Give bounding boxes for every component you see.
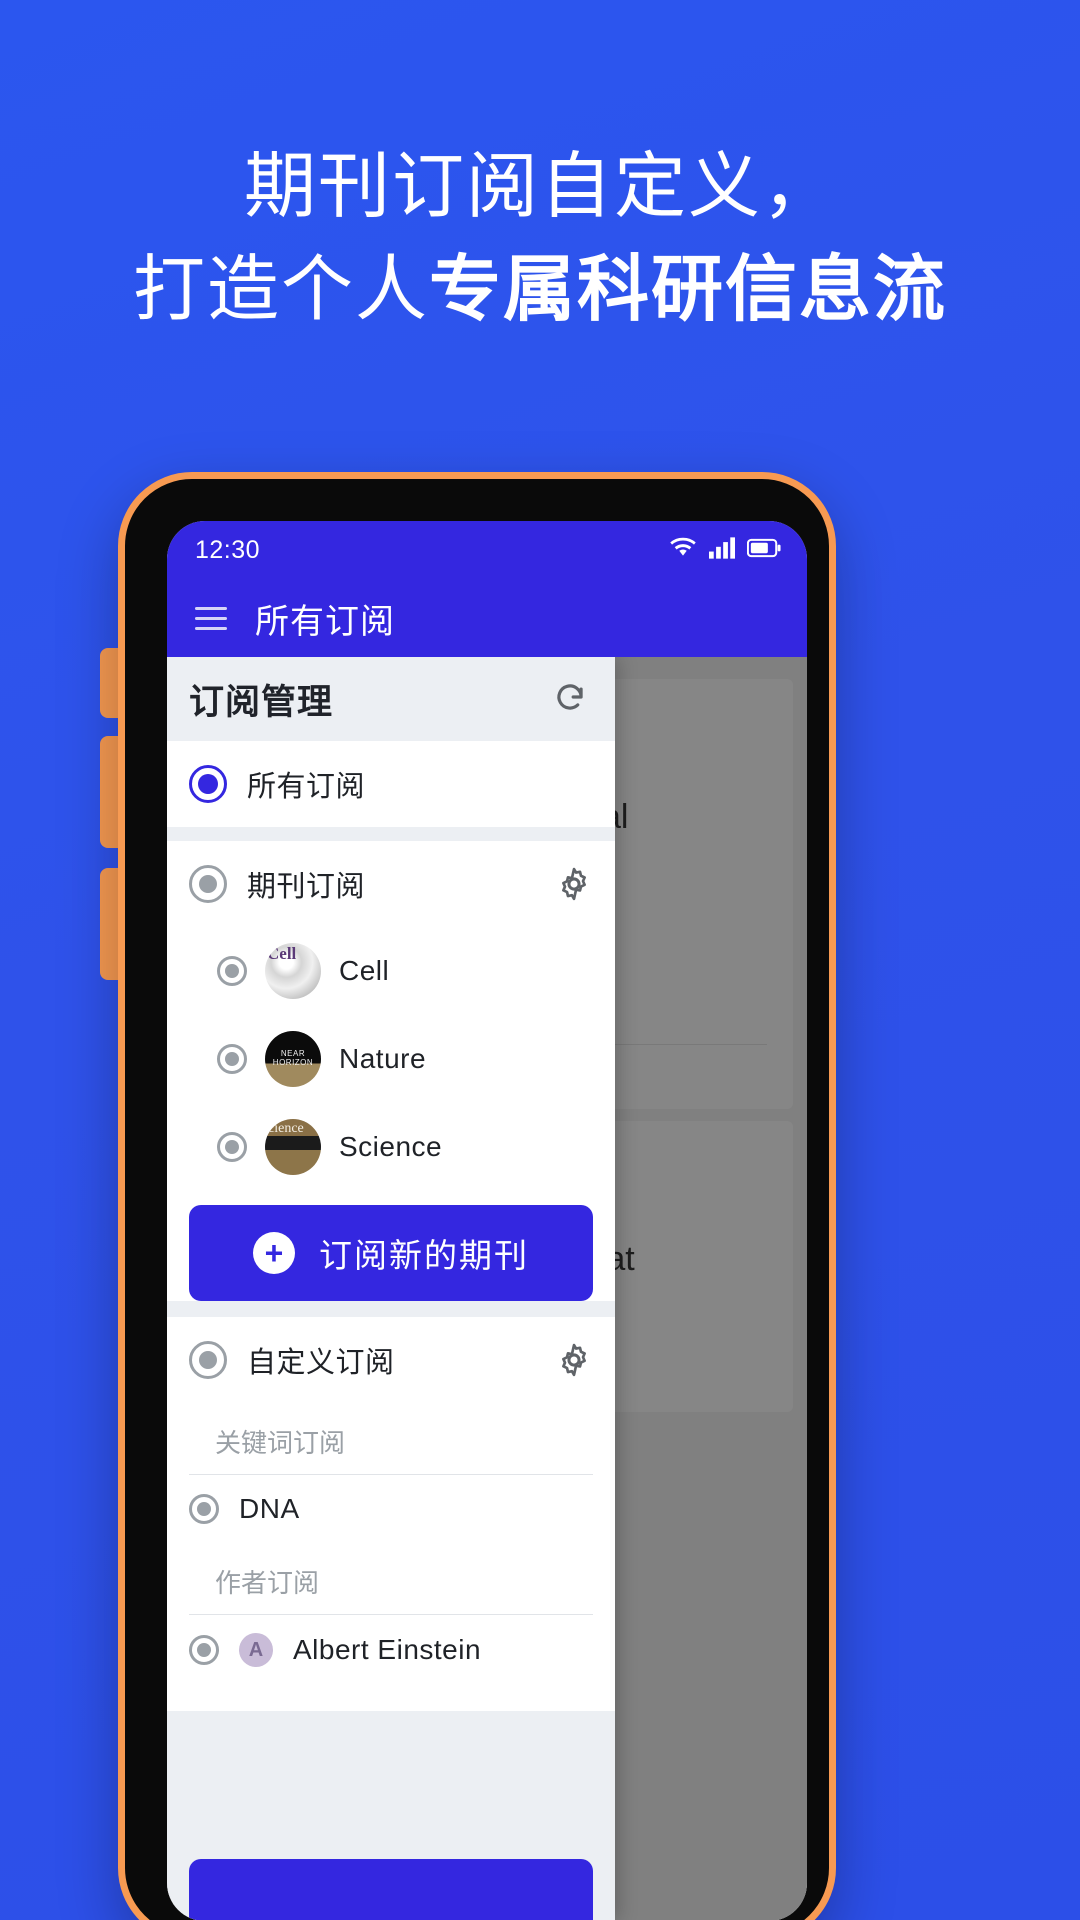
gear-icon[interactable] — [555, 865, 593, 903]
radio-custom-subscriptions[interactable] — [189, 1341, 227, 1379]
radio-keyword[interactable] — [189, 1494, 219, 1524]
status-bar: 12:30 — [167, 521, 807, 579]
section-divider — [167, 827, 615, 841]
author-item-albert-einstein[interactable]: A Albert Einstein — [167, 1615, 615, 1685]
add-custom-subscription-button[interactable] — [189, 1859, 593, 1920]
radio-journal[interactable] — [217, 1044, 247, 1074]
gear-icon[interactable] — [555, 1341, 593, 1379]
hamburger-menu-icon[interactable] — [195, 606, 227, 630]
journal-section: 期刊订阅 Cell Nature — [167, 841, 615, 1317]
sidebar-item-label: 所有订阅 — [247, 771, 366, 803]
plus-circle-icon: + — [253, 1232, 295, 1274]
wifi-icon — [669, 537, 697, 564]
radio-journal[interactable] — [217, 1132, 247, 1162]
keyword-group-label: 关键词订阅 — [189, 1403, 593, 1475]
author-group-label: 作者订阅 — [189, 1543, 593, 1615]
journal-item-cell[interactable]: Cell — [167, 927, 615, 1015]
status-bar-icons — [669, 536, 781, 564]
keyword-item-dna[interactable]: DNA — [167, 1475, 615, 1543]
headline-line-2: 打造个人专属科研信息流 — [0, 243, 1080, 338]
subscribe-new-journal-button[interactable]: + 订阅新的期刊 — [189, 1205, 593, 1301]
sidebar-item-journal-subscriptions[interactable]: 期刊订阅 — [167, 841, 615, 927]
radio-journal-subscriptions[interactable] — [189, 865, 227, 903]
cell-journal-cover-icon — [265, 943, 321, 999]
journal-item-science[interactable]: Science — [167, 1103, 615, 1191]
navigation-drawer: 订阅管理 所有订阅 期刊订阅 Cell Cell NEAR HORIZON Na… — [167, 657, 615, 1920]
drawer-title: 订阅管理 — [189, 682, 334, 722]
content-area: Cell 20 Liquid–to oskar rib essential M … — [167, 657, 807, 1920]
science-journal-cover-icon — [265, 1119, 321, 1175]
promo-headline: 期刊订阅自定义， 打造个人专属科研信息流 — [0, 140, 1080, 338]
drawer-header: 订阅管理 — [167, 657, 615, 741]
refresh-icon[interactable] — [551, 678, 589, 721]
radio-journal[interactable] — [217, 956, 247, 986]
headline-line-2-strong: 专属科研信息流 — [429, 250, 948, 331]
nature-journal-cover-icon — [265, 1031, 321, 1087]
status-bar-time: 12:30 — [195, 535, 261, 564]
author-name: Albert Einstein — [293, 1634, 482, 1665]
headline-line-2-normal: 打造个人 — [132, 250, 429, 331]
journal-name: Science — [339, 1131, 443, 1162]
app-bar: 所有订阅 — [167, 579, 807, 657]
subscribe-new-journal-label: 订阅新的期刊 — [319, 1237, 529, 1274]
sidebar-item-all-subscriptions[interactable]: 所有订阅 — [167, 741, 615, 827]
battery-icon — [746, 538, 781, 563]
journal-name: Nature — [339, 1043, 427, 1074]
all-subscriptions-section: 所有订阅 — [167, 741, 615, 827]
sidebar-item-custom-subscriptions[interactable]: 自定义订阅 — [167, 1317, 615, 1403]
radio-all-subscriptions[interactable] — [189, 765, 227, 803]
keyword-name: DNA — [239, 1493, 300, 1524]
sidebar-item-label: 期刊订阅 — [247, 871, 366, 903]
phone-screen: 12:30 所有订阅 Cell Cell 订阅管理 所有订阅 期刊订阅 Cell… — [167, 521, 807, 1920]
phone-mockup: 12:30 所有订阅 Cell Cell 订阅管理 所有订阅 期刊订阅 Cell… — [118, 472, 836, 1920]
headline-line-1: 期刊订阅自定义， — [243, 147, 836, 227]
journal-name: Cell — [339, 955, 390, 986]
cellular-signal-icon — [709, 536, 735, 564]
app-bar-title: 所有订阅 — [255, 602, 395, 641]
custom-section: 自定义订阅 关键词订阅 DNA 作者订阅 A Albert Einstein — [167, 1317, 615, 1920]
author-avatar: A — [239, 1633, 273, 1667]
journal-item-nature[interactable]: Nature — [167, 1015, 615, 1103]
radio-author[interactable] — [189, 1635, 219, 1665]
sidebar-item-label: 自定义订阅 — [247, 1347, 395, 1379]
